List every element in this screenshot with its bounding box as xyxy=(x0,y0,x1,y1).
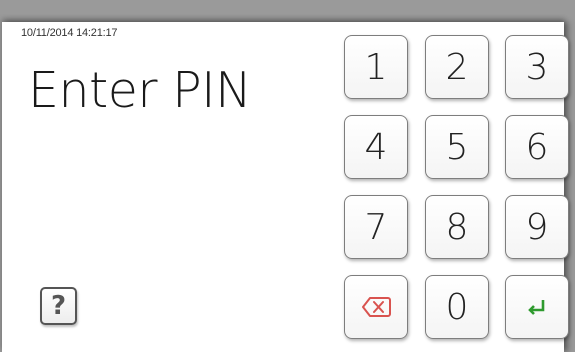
key-5[interactable]: 5 xyxy=(425,115,489,179)
key-1[interactable]: 1 xyxy=(344,35,408,99)
key-7[interactable]: 7 xyxy=(344,195,408,259)
key-2[interactable]: 2 xyxy=(425,35,489,99)
key-8[interactable]: 8 xyxy=(425,195,489,259)
pin-entry-screen: 10/11/2014 14:21:17 Enter PIN ? 1 2 3 4 … xyxy=(2,22,569,352)
help-button[interactable]: ? xyxy=(40,287,77,325)
page-title: Enter PIN xyxy=(28,62,252,119)
key-3[interactable]: 3 xyxy=(505,35,569,99)
backspace-icon xyxy=(362,297,391,317)
key-0[interactable]: 0 xyxy=(425,275,489,339)
backspace-button[interactable] xyxy=(344,275,408,339)
enter-button[interactable] xyxy=(505,275,569,339)
key-6[interactable]: 6 xyxy=(505,115,569,179)
key-9[interactable]: 9 xyxy=(505,195,569,259)
key-4[interactable]: 4 xyxy=(344,115,408,179)
datetime-display: 10/11/2014 14:21:17 xyxy=(21,27,118,39)
enter-icon xyxy=(528,300,545,315)
